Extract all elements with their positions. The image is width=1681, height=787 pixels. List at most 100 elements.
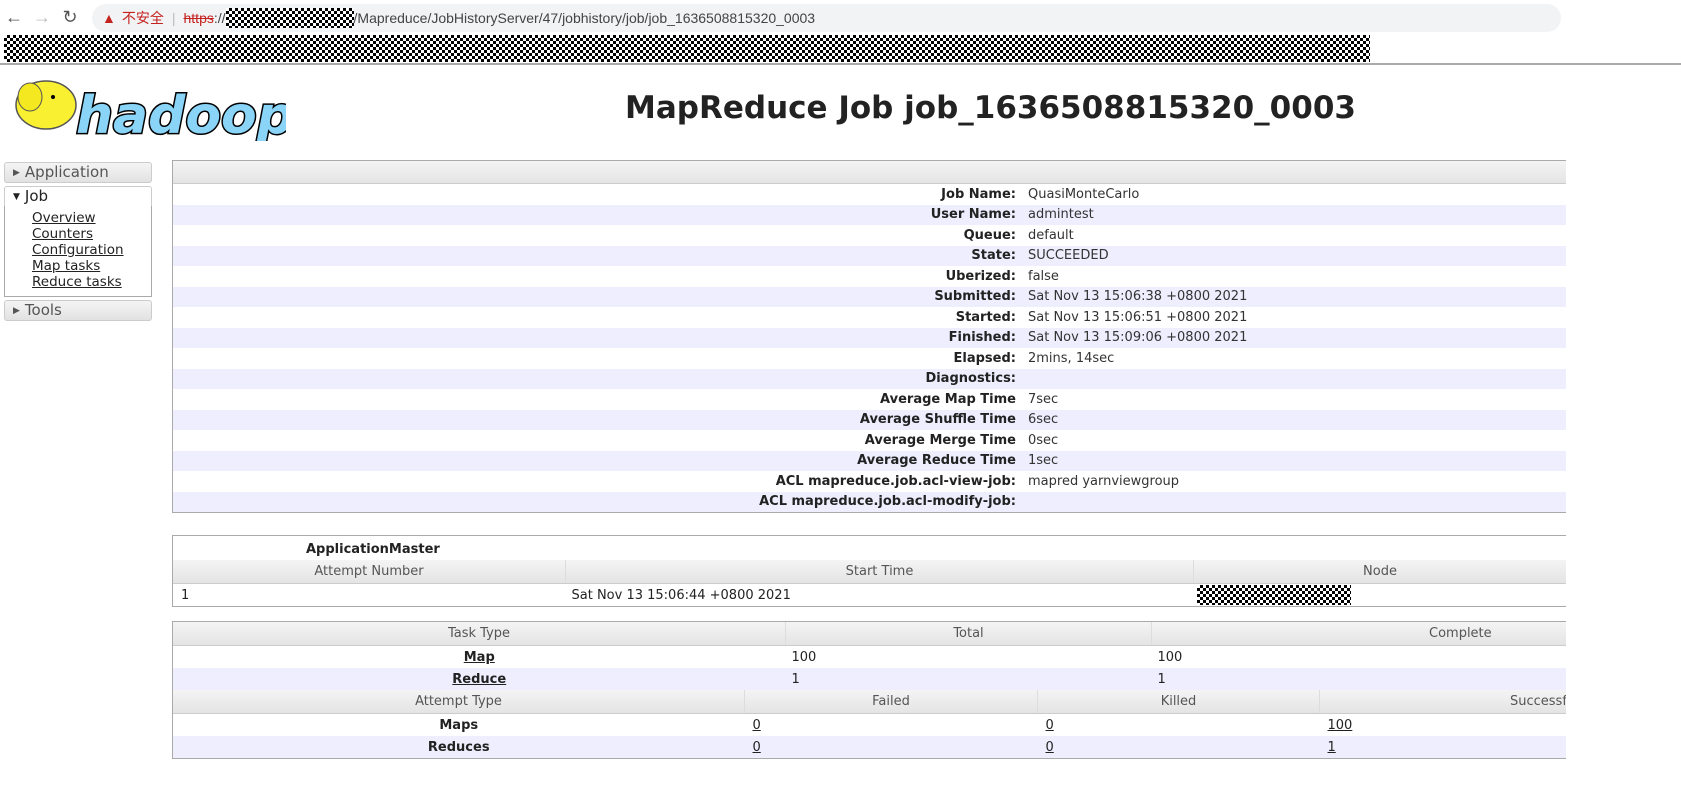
- maps-killed-link[interactable]: 0: [1046, 718, 1054, 733]
- info-label: Job Name:: [941, 186, 1016, 202]
- col-successful[interactable]: Successful: [1319, 690, 1566, 714]
- col-task-type[interactable]: Task Type: [173, 622, 786, 646]
- reduces-killed-link[interactable]: 0: [1046, 740, 1054, 755]
- reduces-successful-link[interactable]: 1: [1328, 740, 1336, 755]
- nav-overview[interactable]: Overview: [32, 210, 151, 226]
- redacted-node-link[interactable]: [1196, 585, 1351, 605]
- reduce-link[interactable]: Reduce: [452, 672, 506, 687]
- sidebar-label: Job: [24, 187, 49, 205]
- sidebar: ▶ Application ▼ Job Overview Counters Conf…: [4, 162, 152, 324]
- maps-failed-link[interactable]: 0: [753, 718, 761, 733]
- redacted-bookmarks: [4, 35, 1370, 62]
- info-label: Average Reduce Time: [857, 453, 1016, 469]
- info-value: 1sec: [1028, 453, 1059, 469]
- hadoop-logo: hadoop: [15, 80, 286, 141]
- col-node[interactable]: Node: [1193, 560, 1566, 584]
- info-value: mapred yarnviewgroup: [1028, 473, 1180, 489]
- info-value: 6sec: [1028, 412, 1059, 428]
- address-bar[interactable]: ▲ 不安全 | https:// /Mapreduce/JobHistorySe…: [92, 3, 1561, 32]
- nav-map-tasks[interactable]: Map tasks: [32, 258, 151, 274]
- page-title: MapReduce Job job_1636508815320_0003: [625, 90, 1356, 126]
- info-row: Average Map Time 7sec: [173, 389, 1566, 410]
- nav-reduce-tasks[interactable]: Reduce tasks: [32, 274, 151, 290]
- forward-icon[interactable]: →: [28, 7, 56, 28]
- sidebar-tools[interactable]: ▶ Tools: [4, 300, 152, 321]
- info-label: Average Map Time: [880, 391, 1016, 407]
- url-colon: ://: [213, 9, 226, 26]
- table-row: Reduce 1 1: [173, 668, 1566, 690]
- info-value: 2mins, 14sec: [1028, 350, 1115, 366]
- bookmarks-bar: [0, 35, 1681, 65]
- table-row: 1 Sat Nov 13 15:06:44 +0800 2021: [173, 584, 1566, 607]
- info-label: Uberized:: [945, 268, 1016, 284]
- info-value: Sat Nov 13 15:09:06 +0800 2021: [1028, 330, 1248, 346]
- info-value: false: [1028, 268, 1059, 284]
- info-value: default: [1028, 227, 1074, 243]
- reduces-failed-link[interactable]: 0: [753, 740, 761, 755]
- col-complete[interactable]: Complete: [1151, 622, 1566, 646]
- info-label: Finished:: [948, 330, 1016, 346]
- info-row: Uberized: false: [173, 266, 1566, 287]
- url-path: /Mapreduce/JobHistoryServer/47/jobhistor…: [353, 9, 816, 26]
- info-label: Average Shuffle Time: [859, 412, 1016, 428]
- info-row: Started: Sat Nov 13 15:06:51 +0800 2021: [173, 307, 1566, 328]
- info-label: State:: [971, 248, 1016, 264]
- info-value: 7sec: [1028, 391, 1059, 407]
- info-row: ACL mapreduce.job.acl-modify-job:: [173, 491, 1566, 513]
- info-row: Job Name: QuasiMonteCarlo: [173, 184, 1566, 205]
- col-attempt-type[interactable]: Attempt Type: [173, 690, 745, 714]
- reduce-total: 1: [791, 671, 800, 687]
- info-row: Submitted: Sat Nov 13 15:06:38 +0800 2021: [173, 286, 1566, 307]
- reload-icon[interactable]: ↻: [56, 7, 84, 28]
- info-row: ACL mapreduce.job.acl-view-job: mapred ya…: [173, 471, 1566, 492]
- sidebar-application[interactable]: ▶ Application: [4, 162, 152, 183]
- maps-successful-link[interactable]: 100: [1328, 718, 1353, 733]
- application-master-table: ApplicationMaster Attempt Number Start T…: [172, 535, 1566, 607]
- col-attempt-number[interactable]: Attempt Number: [173, 560, 566, 584]
- info-value: admintest: [1028, 207, 1094, 223]
- col-total[interactable]: Total: [785, 622, 1152, 646]
- table-row: Maps 0 0 100: [173, 714, 1566, 737]
- main-content: Job Name: QuasiMonteCarlo User Name: admint…: [172, 160, 1566, 773]
- caret-right-icon: ▶: [13, 306, 20, 316]
- map-total: 100: [791, 649, 817, 665]
- info-row: Finished: Sat Nov 13 15:09:06 +0800 2021: [173, 327, 1566, 348]
- info-label: Submitted:: [934, 289, 1016, 305]
- job-subnav: Overview Counters Configuration Map task…: [4, 206, 152, 297]
- col-killed[interactable]: Killed: [1037, 690, 1320, 714]
- col-failed[interactable]: Failed: [744, 690, 1038, 714]
- sidebar-job[interactable]: ▼ Job: [4, 186, 152, 206]
- attempt-type: Maps: [439, 717, 479, 733]
- info-label: Started:: [955, 309, 1016, 325]
- info-value: Sat Nov 13 15:06:51 +0800 2021: [1028, 309, 1248, 325]
- table-header: [173, 161, 1566, 184]
- tasks-table: Task Type Total Complete Map 100 100 Red…: [172, 621, 1566, 759]
- info-value: 0sec: [1028, 432, 1059, 448]
- info-value: [1028, 369, 1566, 390]
- info-label: Queue:: [963, 227, 1016, 243]
- info-row: Average Shuffle Time 6sec: [173, 409, 1566, 430]
- nav-counters[interactable]: Counters: [32, 226, 151, 242]
- info-label: ACL mapreduce.job.acl-view-job:: [775, 473, 1016, 489]
- attempt-type: Reduces: [427, 739, 490, 755]
- caret-right-icon: ▶: [13, 168, 20, 178]
- am-title: ApplicationMaster: [306, 541, 440, 557]
- info-value: Sat Nov 13 15:06:38 +0800 2021: [1028, 289, 1248, 305]
- info-label: ACL mapreduce.job.acl-modify-job:: [759, 494, 1016, 510]
- info-row: Average Merge Time 0sec: [173, 430, 1566, 451]
- svg-text:hadoop: hadoop: [76, 86, 286, 141]
- back-icon[interactable]: ←: [0, 7, 28, 28]
- redacted-host: [225, 7, 354, 28]
- col-start-time[interactable]: Start Time: [565, 560, 1194, 584]
- map-link[interactable]: Map: [464, 650, 495, 665]
- attempt-number: 1: [181, 587, 190, 603]
- nav-configuration[interactable]: Configuration: [32, 242, 151, 258]
- divider: |: [171, 9, 176, 26]
- info-value: QuasiMonteCarlo: [1028, 186, 1140, 202]
- url-scheme: https: [183, 9, 214, 26]
- sidebar-label: Application: [24, 163, 109, 181]
- info-label: Diagnostics:: [925, 371, 1016, 387]
- info-row: State: SUCCEEDED: [173, 245, 1566, 266]
- info-row: User Name: admintest: [173, 204, 1566, 225]
- info-value: [1028, 492, 1566, 513]
